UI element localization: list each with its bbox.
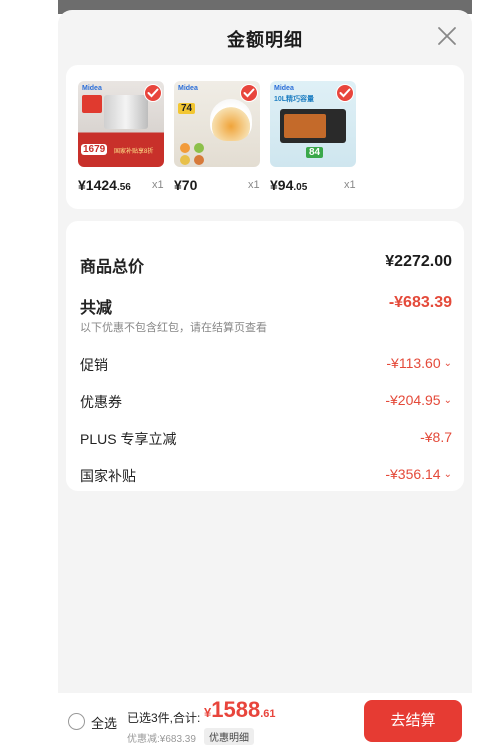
total-reduction-label: 共减 (80, 300, 113, 317)
subsidy-value: -¥356.14 ⌄ (385, 466, 452, 482)
sheet-header: 金额明细 (58, 10, 472, 64)
oven-image (280, 109, 346, 143)
product-item[interactable]: Midea 10L精巧容量 84 ¥94.05 x1 (270, 81, 360, 193)
select-all-label[interactable]: 全选 (91, 713, 117, 732)
total-price-value: ¥2272.00 (385, 253, 452, 270)
plus-discount-label: PLUS 专享立减 (80, 431, 177, 447)
select-all-radio[interactable] (68, 713, 85, 730)
subsidy-label: 国家补贴 (80, 468, 136, 484)
food-icon (180, 155, 190, 165)
oven-window (284, 114, 326, 138)
promo-price: 1679 (81, 144, 108, 155)
plus-discount-value: -¥8.7 (420, 429, 452, 445)
chevron-down-icon: ⌄ (443, 358, 452, 369)
brand-logo: Midea (82, 85, 102, 92)
brand-logo: Midea (274, 85, 294, 92)
air-fryer-image (210, 99, 252, 141)
selected-check[interactable] (336, 84, 354, 102)
promo-text: 国家补贴享8折 (114, 149, 154, 155)
product-quantity: x1 (248, 179, 260, 191)
promotion-value: -¥113.60 ⌄ (386, 355, 452, 371)
chevron-down-icon: ⌄ (443, 395, 452, 406)
product-image: Midea 74 (174, 81, 260, 167)
check-icon (243, 88, 255, 98)
selected-check[interactable] (144, 84, 162, 102)
check-icon (147, 88, 159, 98)
brand-logo: Midea (178, 85, 198, 92)
grand-total: ¥1588.61 (204, 697, 276, 722)
food-icon (194, 143, 204, 153)
banner-text: 10L精巧容量 (274, 96, 315, 103)
product-item[interactable]: Midea 1679 国家补贴享8折 ¥1424.56 x1 (78, 81, 168, 193)
discount-detail-button[interactable]: 优惠明细 (204, 728, 254, 745)
product-image: Midea 1679 国家补贴享8折 (78, 81, 164, 167)
discount-note: 以下优惠不包含红包，请在结算页查看 (80, 322, 267, 334)
chevron-down-icon: ⌄ (443, 469, 452, 480)
product-list-card: Midea 1679 国家补贴享8折 ¥1424.56 x1 Midea 74 (66, 65, 464, 209)
product-price-row: ¥70 x1 (174, 177, 274, 195)
water-heater-image (104, 95, 148, 129)
coupon-label: 优惠券 (80, 394, 122, 410)
selected-count-text: 已选3件,合计: (127, 711, 201, 725)
close-button[interactable] (436, 25, 458, 47)
total-reduction-value: -¥683.39 (388, 294, 452, 311)
coupon-value: -¥204.95 ⌄ (385, 392, 452, 408)
total-price-row: 商品总价 ¥2272.00 (80, 253, 452, 276)
product-price: ¥70 (174, 177, 198, 193)
discount-summary: 优惠减:¥683.39 (127, 734, 196, 745)
food-icon (180, 143, 190, 153)
amount-detail-sheet: 金额明细 Midea 1679 国家补贴享8折 ¥1424.56 x1 Mide… (58, 10, 472, 751)
product-quantity: x1 (344, 179, 356, 191)
sheet-title: 金额明细 (227, 30, 303, 50)
product-quantity: x1 (152, 179, 164, 191)
product-price: ¥1424.56 (78, 177, 131, 193)
food-icon (194, 155, 204, 165)
total-price-label: 商品总价 (80, 259, 145, 276)
product-image: Midea 10L精巧容量 84 (270, 81, 356, 167)
promotion-row[interactable]: 促销 -¥113.60 ⌄ (80, 355, 452, 377)
selected-check[interactable] (240, 84, 258, 102)
checkout-bar: 全选 已选3件,合计: ¥1588.61 优惠减:¥683.39 优惠明细 去结… (58, 693, 472, 751)
promo-price: 74 (178, 103, 196, 114)
promo-tag (82, 95, 102, 113)
promotion-label: 促销 (80, 357, 108, 373)
product-price: ¥94.05 (270, 177, 308, 193)
subsidy-row[interactable]: 国家补贴 -¥356.14 ⌄ (80, 466, 452, 488)
check-icon (339, 88, 351, 98)
price-summary-card: 商品总价 ¥2272.00 共减 -¥683.39 以下优惠不包含红包，请在结算… (66, 221, 464, 491)
checkout-button[interactable]: 去结算 (364, 700, 462, 742)
coupon-row[interactable]: 优惠券 -¥204.95 ⌄ (80, 392, 452, 414)
plus-discount-row: PLUS 专享立减 -¥8.7 (80, 429, 452, 451)
close-icon (438, 27, 456, 45)
promo-price: 84 (306, 147, 324, 158)
total-reduction-row: 共减 -¥683.39 (80, 294, 452, 317)
product-item[interactable]: Midea 74 ¥70 x1 (174, 81, 264, 193)
product-price-row: ¥94.05 x1 (270, 177, 370, 195)
product-price-row: ¥1424.56 x1 (78, 177, 178, 195)
